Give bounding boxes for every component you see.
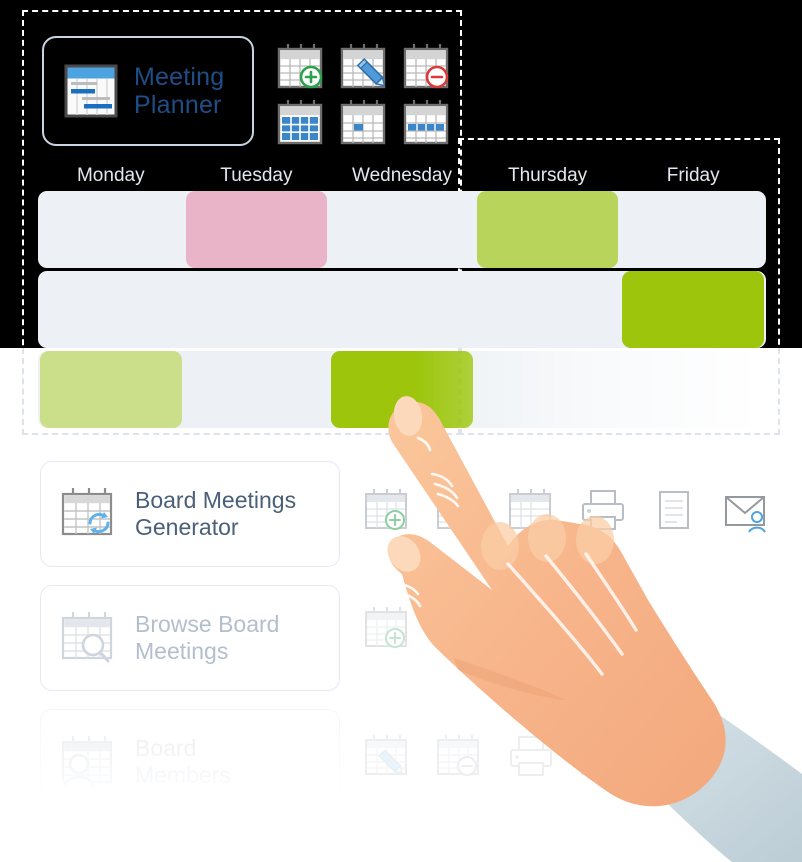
calendar-single-day-icon[interactable] xyxy=(338,98,390,148)
schedule-cell[interactable] xyxy=(184,271,330,348)
calendar-edit-icon[interactable] xyxy=(338,42,390,92)
calendar-week-row-icon[interactable] xyxy=(401,98,453,148)
calendar-grid-full-icon[interactable] xyxy=(275,98,327,148)
schedule-cell[interactable] xyxy=(38,271,184,348)
card1-label-line2: Generator xyxy=(135,514,239,540)
card2-label-line2: Meetings xyxy=(135,638,229,664)
schedule-cell[interactable] xyxy=(475,191,621,268)
weekday-label-monday: Monday xyxy=(76,165,145,186)
weekday-header: Monday Tuesday Wednesday Thursday Friday xyxy=(38,163,766,189)
card3-label-line2: Members xyxy=(135,762,231,788)
screenshot-root: Meeting Planner Monday Tuesday Wednesday… xyxy=(0,0,802,862)
calendar-search-icon xyxy=(59,610,121,666)
meeting-block-green[interactable] xyxy=(476,191,619,268)
meeting-block-green-pale[interactable] xyxy=(40,351,182,428)
app-logo-pill[interactable]: Meeting Planner xyxy=(42,36,254,146)
gantt-chart-icon xyxy=(60,60,122,122)
calendar-refresh-icon xyxy=(59,486,121,542)
weekday-label-thursday: Thursday xyxy=(507,165,588,186)
schedule-cell[interactable] xyxy=(329,191,475,268)
schedule-cell[interactable] xyxy=(38,191,184,268)
card3-label-line1: Board xyxy=(135,735,197,761)
calendar-person-icon xyxy=(59,734,121,790)
weekday-label-tuesday: Tuesday xyxy=(220,165,293,186)
calendar-remove-icon[interactable] xyxy=(401,42,453,92)
menu-card-browse-board-meetings[interactable]: Browse Board Meetings xyxy=(40,585,340,691)
schedule-cell[interactable] xyxy=(184,191,330,268)
schedule-row-1 xyxy=(38,191,766,268)
schedule-cell[interactable] xyxy=(184,351,330,428)
meeting-block-green-dark[interactable] xyxy=(622,271,764,348)
weekday-label-wednesday: Wednesday xyxy=(351,165,452,186)
app-title: Meeting Planner xyxy=(134,63,224,119)
menu-card-board-meetings-generator[interactable]: Board Meetings Generator xyxy=(40,461,340,567)
schedule-cell[interactable] xyxy=(38,351,184,428)
schedule-row-2 xyxy=(38,271,766,348)
calendar-add-icon[interactable] xyxy=(275,42,327,92)
pointing-hand-illustration xyxy=(340,378,802,862)
app-title-line2: Planner xyxy=(134,91,222,119)
app-title-line1: Meeting xyxy=(134,63,225,91)
card1-label-line1: Board Meetings xyxy=(135,487,297,513)
schedule-cell[interactable] xyxy=(329,271,475,348)
card2-label-line1: Browse Board xyxy=(135,611,280,637)
menu-card-label: Board Members xyxy=(135,735,231,789)
schedule-cell[interactable] xyxy=(475,271,621,348)
weekday-label-friday: Friday xyxy=(666,165,720,186)
schedule-cell[interactable] xyxy=(620,191,766,268)
schedule-cell[interactable] xyxy=(620,271,766,348)
menu-card-board-members[interactable]: Board Members xyxy=(40,709,340,815)
meeting-block-pink[interactable] xyxy=(185,191,328,268)
menu-card-label: Board Meetings Generator xyxy=(135,487,296,541)
menu-card-label: Browse Board Meetings xyxy=(135,611,279,665)
toolbar-icon-grid xyxy=(275,42,458,150)
